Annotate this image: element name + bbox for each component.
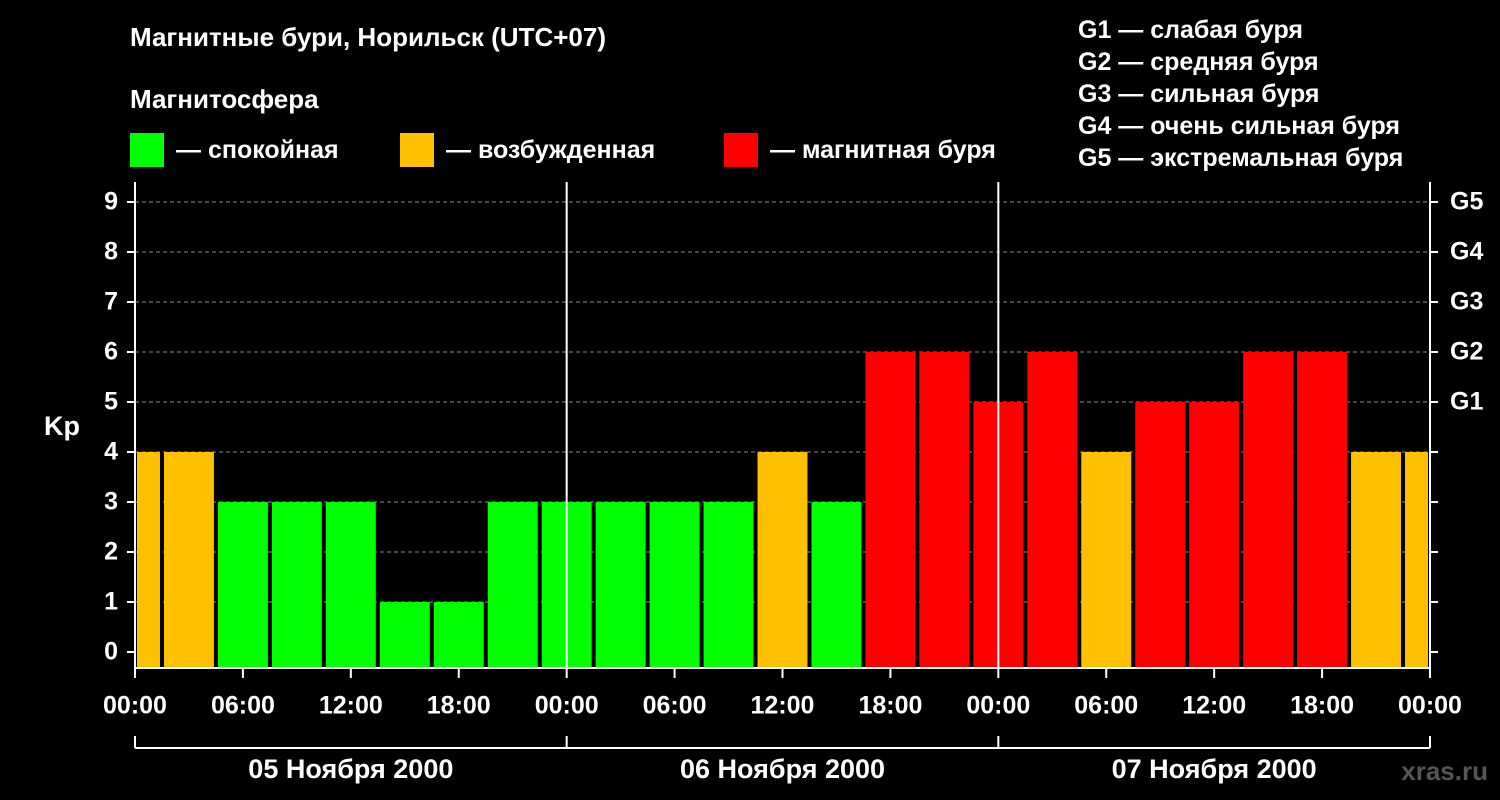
x-tick-label: 12:00 xyxy=(319,692,383,720)
g-level-label: G1 xyxy=(1450,388,1483,416)
g-level-label: G3 xyxy=(1450,288,1483,316)
x-tick-label: 00:00 xyxy=(103,692,167,720)
day-label: 07 Ноября 2000 xyxy=(1112,754,1317,784)
y-tick-label: 4 xyxy=(104,438,118,466)
day-label: 05 Ноября 2000 xyxy=(248,754,453,784)
kp-bar xyxy=(379,602,430,668)
x-tick-label: 18:00 xyxy=(858,692,922,720)
y-tick-label: 5 xyxy=(104,388,118,416)
y-tick-label: 9 xyxy=(104,188,118,216)
y-tick-label: 8 xyxy=(104,238,118,266)
x-tick-label: 06:00 xyxy=(211,692,275,720)
kp-bar xyxy=(703,502,754,668)
kp-bar xyxy=(325,502,376,668)
kp-bar xyxy=(649,502,700,668)
y-tick-label: 0 xyxy=(104,638,118,666)
y-axis-label: Kp xyxy=(44,411,80,441)
x-tick-label: 06:00 xyxy=(643,692,707,720)
y-tick-label: 7 xyxy=(104,288,118,316)
kp-bar xyxy=(1081,452,1132,668)
x-tick-label: 18:00 xyxy=(427,692,491,720)
kp-bar xyxy=(1135,402,1186,668)
kp-bar xyxy=(811,502,862,668)
kp-bar xyxy=(1351,452,1402,668)
kp-bar xyxy=(757,452,808,668)
kp-bar xyxy=(595,502,646,668)
kp-bar xyxy=(487,502,538,668)
x-tick-label: 12:00 xyxy=(751,692,815,720)
kp-bar xyxy=(217,502,268,668)
day-label: 06 Ноября 2000 xyxy=(680,754,885,784)
kp-bar xyxy=(1189,402,1240,668)
kp-bar xyxy=(271,502,322,668)
kp-bar xyxy=(865,352,916,668)
y-tick-label: 3 xyxy=(104,488,118,516)
kp-bar xyxy=(137,452,160,668)
kp-bar xyxy=(1297,352,1348,668)
g-level-label: G2 xyxy=(1450,338,1483,366)
y-tick-label: 6 xyxy=(104,338,118,366)
g-level-label: G5 xyxy=(1450,188,1483,216)
x-tick-label: 18:00 xyxy=(1290,692,1354,720)
x-tick-label: 00:00 xyxy=(1398,692,1462,720)
kp-bar xyxy=(1027,352,1078,668)
kp-bar xyxy=(1405,452,1428,668)
kp-bar xyxy=(163,452,214,668)
x-tick-label: 00:00 xyxy=(535,692,599,720)
kp-bar xyxy=(919,352,970,668)
y-tick-label: 1 xyxy=(104,588,118,616)
g-level-label: G4 xyxy=(1450,238,1483,266)
x-tick-label: 00:00 xyxy=(966,692,1030,720)
x-tick-label: 12:00 xyxy=(1182,692,1246,720)
kp-bar xyxy=(433,602,484,668)
kp-bar xyxy=(1243,352,1294,668)
x-tick-label: 06:00 xyxy=(1074,692,1138,720)
y-tick-label: 2 xyxy=(104,538,118,566)
kp-bar-chart: 0 1 2 3 4 5 6 7 8 9 G1 G2 G3 G4 G5 Kp 00:00 06:00 12:00 18:… xyxy=(44,182,1483,784)
watermark: xras.ru xyxy=(1401,756,1488,786)
